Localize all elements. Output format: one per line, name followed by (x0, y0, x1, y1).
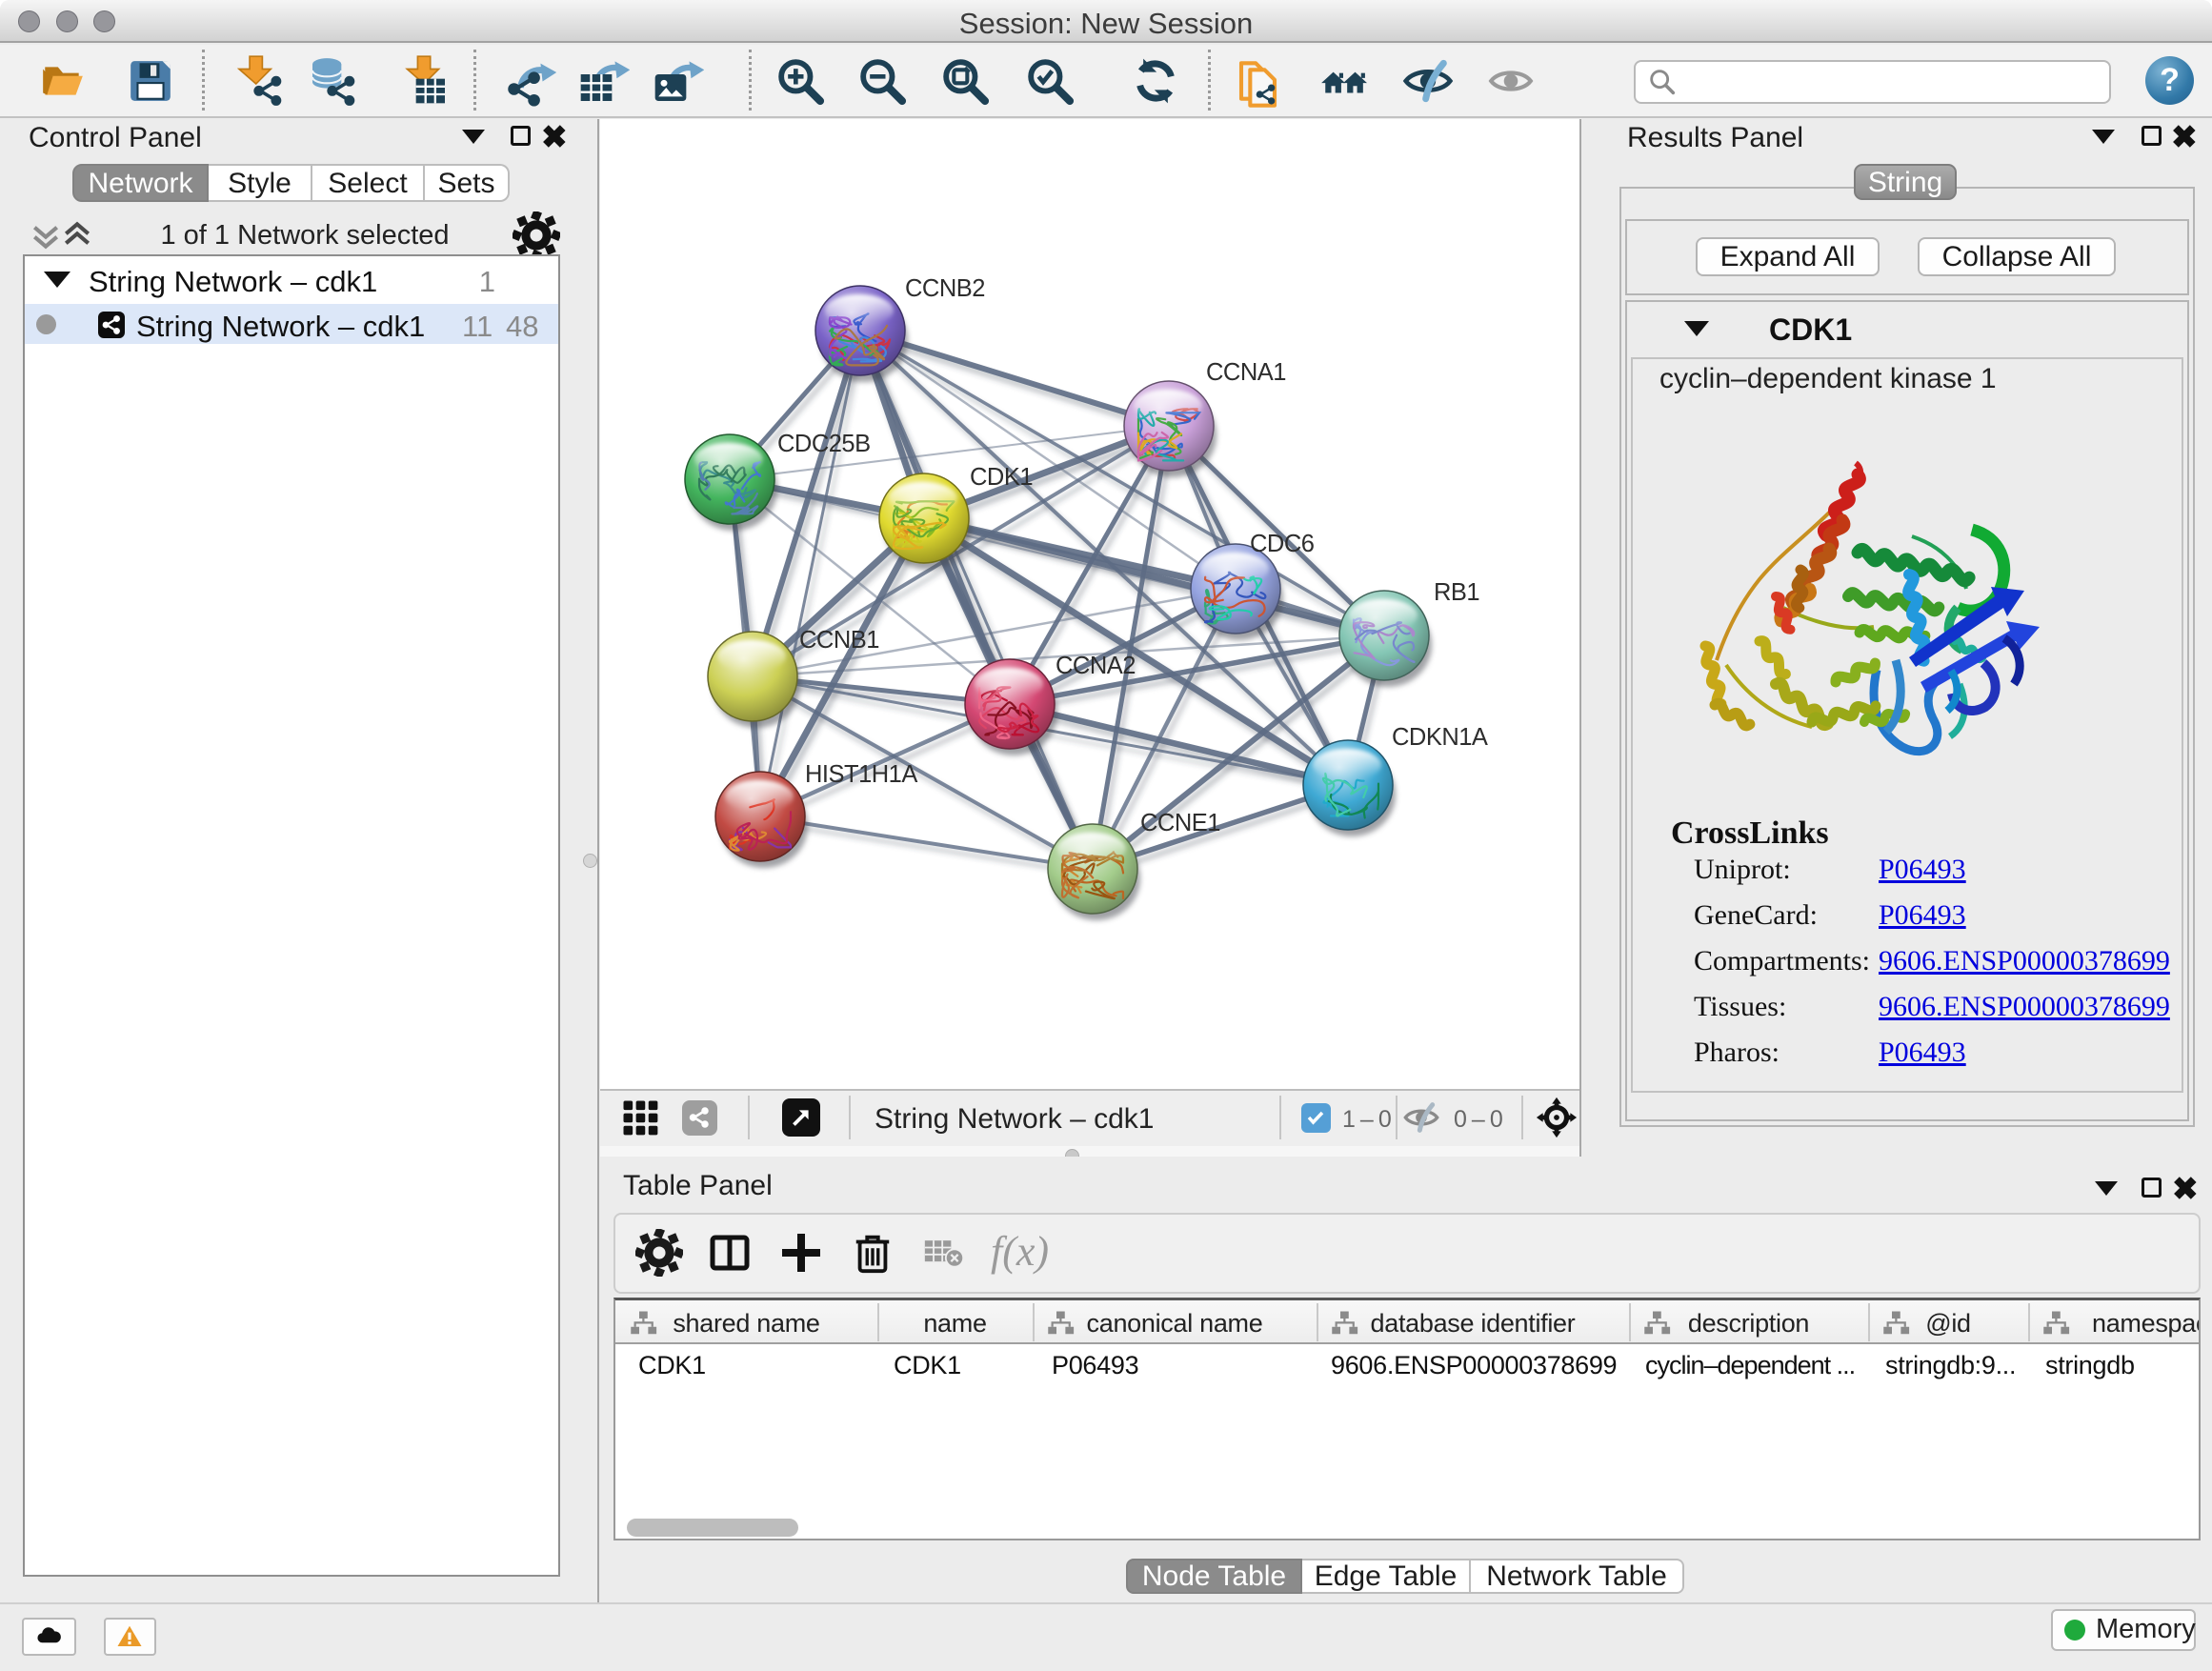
svg-text:CDC6: CDC6 (1250, 531, 1315, 557)
svg-text:CCNE1: CCNE1 (1140, 810, 1220, 836)
svg-text:CDKN1A: CDKN1A (1392, 724, 1488, 751)
svg-text:CDC25B: CDC25B (777, 431, 871, 457)
svg-text:CDK1: CDK1 (970, 464, 1033, 491)
svg-text:CCNB2: CCNB2 (905, 275, 985, 302)
svg-text:CCNA2: CCNA2 (1056, 653, 1136, 679)
svg-text:HIST1H1A: HIST1H1A (805, 761, 917, 788)
svg-text:RB1: RB1 (1434, 579, 1479, 606)
svg-text:CCNA1: CCNA1 (1206, 359, 1286, 386)
svg-text:CCNB1: CCNB1 (799, 627, 879, 654)
